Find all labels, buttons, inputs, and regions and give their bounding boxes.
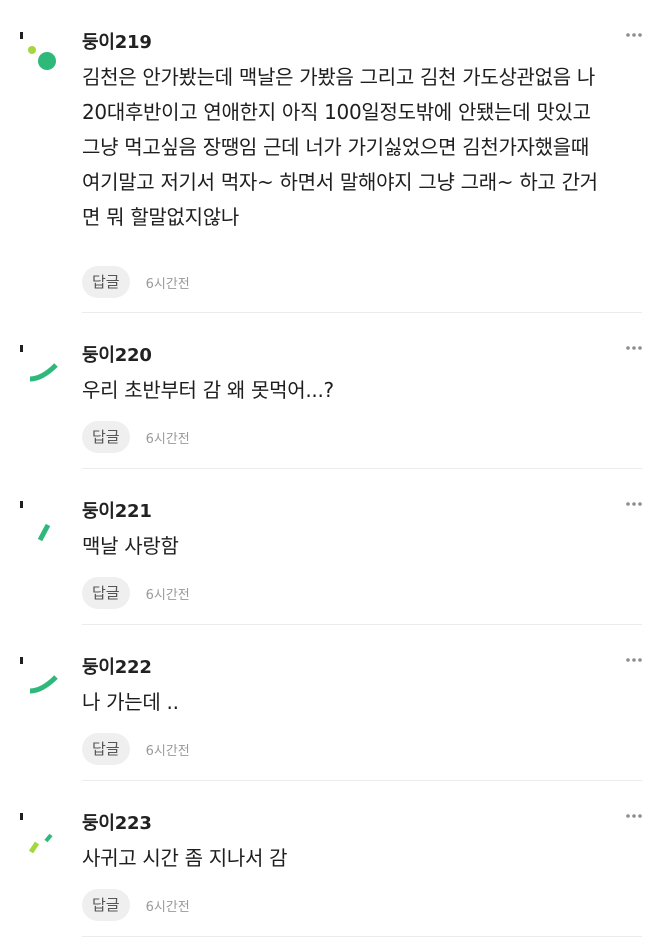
- reply-button[interactable]: 답글: [82, 421, 130, 453]
- avatar-art-icon: [20, 813, 53, 853]
- avatar[interactable]: [16, 649, 64, 697]
- username[interactable]: 둥이223: [82, 809, 152, 835]
- avatar-art-icon: [20, 32, 56, 70]
- username[interactable]: 둥이219: [82, 28, 152, 54]
- more-options-button[interactable]: [622, 495, 646, 513]
- comment-item: 둥이220 우리 초반부터 감 왜 못먹어...? 답글 6시간전: [0, 313, 658, 469]
- avatar-art-icon: [20, 501, 51, 541]
- comment-text: 우리 초반부터 감 왜 못먹어...?: [82, 378, 334, 402]
- comment-meta: 답글 6시간전: [82, 733, 190, 765]
- divider: [82, 936, 642, 937]
- comment-text: 나 가는데 ..: [82, 690, 179, 714]
- avatar[interactable]: [16, 805, 64, 853]
- more-dots-icon: [626, 814, 642, 818]
- more-options-button[interactable]: [622, 807, 646, 825]
- reply-button[interactable]: 답글: [82, 577, 130, 609]
- avatar-art-icon: [20, 657, 58, 694]
- comment-list: 둥이219 김천은 안가봤는데 맥날은 가봤음 그리고 김천 가도상관없음 나 …: [0, 0, 658, 941]
- username[interactable]: 둥이220: [82, 341, 152, 367]
- timestamp: 6시간전: [145, 431, 190, 447]
- timestamp: 6시간전: [145, 899, 190, 915]
- avatar[interactable]: [16, 493, 64, 541]
- more-dots-icon: [626, 33, 642, 37]
- comment-meta: 답글 6시간전: [82, 266, 190, 298]
- comment-text: 김천은 안가봤는데 맥날은 가봤음 그리고 김천 가도상관없음 나 20대후반이…: [82, 65, 598, 229]
- avatar[interactable]: [16, 24, 64, 72]
- comment-item: 둥이223 사귀고 시간 좀 지나서 감 답글 6시간전: [0, 781, 658, 941]
- comment-text: 사귀고 시간 좀 지나서 감: [82, 846, 288, 870]
- timestamp: 6시간전: [145, 743, 190, 759]
- more-dots-icon: [626, 658, 642, 662]
- username[interactable]: 둥이222: [82, 653, 152, 679]
- username[interactable]: 둥이221: [82, 497, 152, 523]
- comment-text: 맥날 사랑함: [82, 534, 179, 558]
- more-options-button[interactable]: [622, 26, 646, 44]
- reply-button[interactable]: 답글: [82, 733, 130, 765]
- comment-meta: 답글 6시간전: [82, 421, 190, 453]
- more-options-button[interactable]: [622, 651, 646, 669]
- more-options-button[interactable]: [622, 339, 646, 357]
- comment-item: 둥이222 나 가는데 .. 답글 6시간전: [0, 625, 658, 781]
- comment-meta: 답글 6시간전: [82, 577, 190, 609]
- avatar-art-icon: [20, 345, 58, 382]
- timestamp: 6시간전: [145, 587, 190, 603]
- reply-button[interactable]: 답글: [82, 266, 130, 298]
- avatar[interactable]: [16, 337, 64, 385]
- comment-meta: 답글 6시간전: [82, 889, 190, 921]
- comment-item: 둥이221 맥날 사랑함 답글 6시간전: [0, 469, 658, 625]
- comment-item: 둥이219 김천은 안가봤는데 맥날은 가봤음 그리고 김천 가도상관없음 나 …: [0, 0, 658, 313]
- more-dots-icon: [626, 502, 642, 506]
- timestamp: 6시간전: [145, 276, 190, 292]
- reply-button[interactable]: 답글: [82, 889, 130, 921]
- more-dots-icon: [626, 346, 642, 350]
